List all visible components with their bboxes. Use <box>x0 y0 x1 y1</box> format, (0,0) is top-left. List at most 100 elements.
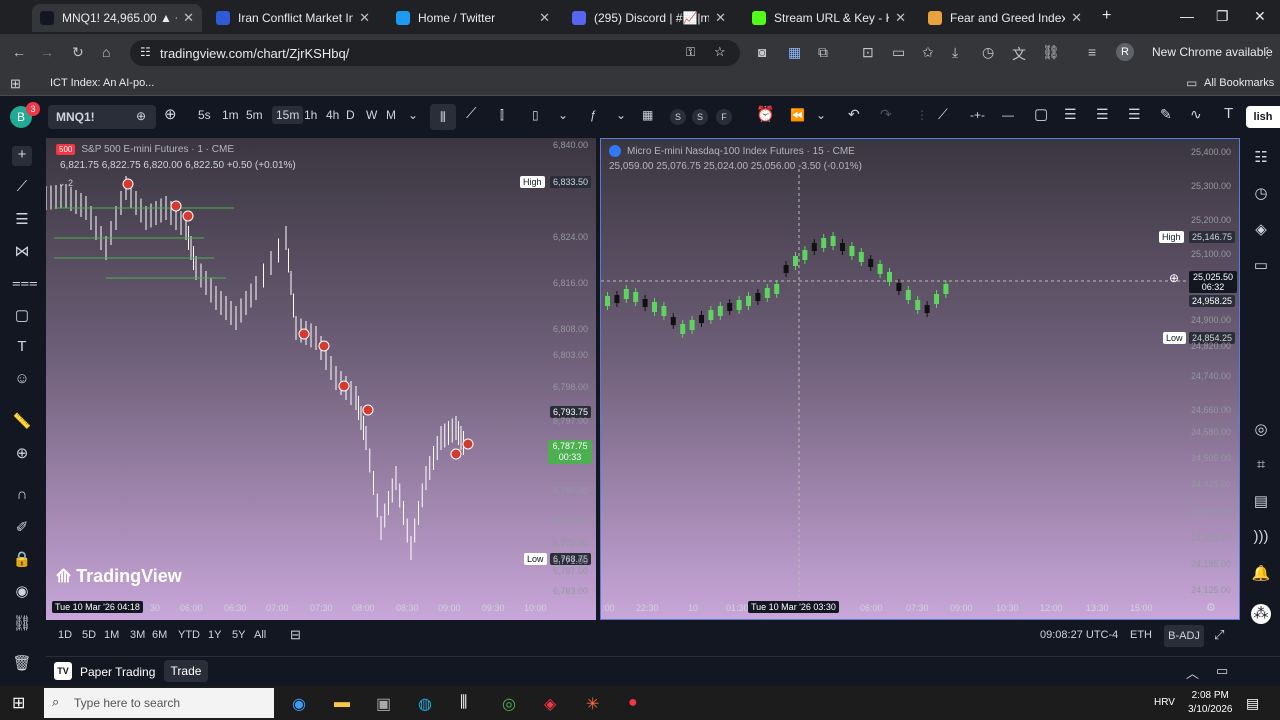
tab-close-icon[interactable]: ✕ <box>539 10 550 26</box>
browser-tab-0[interactable]: MNQ1! 24,965.00 ▲ +0.03 ✕ <box>32 4 202 32</box>
compare-icon[interactable]: ⊕ <box>136 109 146 123</box>
bookmark-star-icon[interactable]: ☆ <box>714 44 726 60</box>
bars-icon[interactable]: ⫿ <box>500 108 504 123</box>
media-icon[interactable]: ≡ <box>1088 44 1096 60</box>
trendline-tool-icon[interactable]: ⟋ <box>12 178 32 198</box>
streams-icon[interactable]: ))) <box>1251 528 1271 548</box>
apps-icon[interactable]: ⁂ <box>1251 604 1271 624</box>
indicators-dropdown-icon[interactable]: ⌄ <box>616 108 626 122</box>
add-alert-icon[interactable]: ⊕ <box>1169 271 1179 285</box>
close-window-icon[interactable]: ✕ <box>1254 8 1266 25</box>
paper-trading-tab[interactable]: Paper Trading <box>80 665 155 679</box>
range-5Y[interactable]: 5Y <box>232 629 245 641</box>
wallet-icon[interactable]: ▭ <box>892 44 905 61</box>
trend-line-icon[interactable]: ⟋ <box>938 106 948 123</box>
bookmark-ict[interactable]: ICT Index: An AI-po... <box>50 77 154 89</box>
apps-grid-icon[interactable]: ⊞ <box>10 76 21 92</box>
ideas-icon[interactable]: ⌗ <box>1251 456 1271 476</box>
translate-page-icon[interactable]: 文 <box>1012 44 1026 64</box>
panel-maximize-icon[interactable]: ▭ <box>1216 663 1228 679</box>
chart-pane-spx[interactable]: 500 S&P 500 E-mini Futures · 1 · CME 6,8… <box>46 138 596 620</box>
menu-dots-icon[interactable]: ⋮ <box>1260 44 1274 61</box>
back-icon[interactable]: ← <box>12 44 26 60</box>
tab-close-icon[interactable]: ✕ <box>895 10 906 26</box>
range-5D[interactable]: 5D <box>82 629 96 641</box>
browser-tab-3[interactable]: (295) Discord | #📈|marke ✕ <box>564 4 734 32</box>
target-icon[interactable]: ◎ <box>1251 420 1271 440</box>
tab-close-icon[interactable]: ✕ <box>1071 10 1082 26</box>
go-to-date-icon[interactable]: ⊟ <box>290 627 301 643</box>
range-All[interactable]: All <box>254 629 266 641</box>
history-icon[interactable]: ◷ <box>982 44 994 61</box>
magnet-icon[interactable]: ∩ <box>12 486 32 506</box>
taskbar-clock[interactable]: 2:08 PM 3/10/2026 <box>1188 689 1233 717</box>
interval-dropdown-icon[interactable]: ⌄ <box>408 108 418 122</box>
drag-handle-icon[interactable]: ⋮ <box>916 108 928 122</box>
parallel-icon[interactable]: ☰ <box>1128 106 1141 123</box>
app-icon-4[interactable]: ◈ <box>544 694 556 714</box>
browser-tab-5[interactable]: Fear and Greed Index Toda ✕ <box>920 4 1090 32</box>
new-tab-button[interactable]: + <box>1102 7 1111 25</box>
site-info-icon[interactable]: ☷ <box>140 45 151 59</box>
chrome-taskbar-icon[interactable]: ◎ <box>502 694 516 714</box>
edge-icon[interactable]: ◉ <box>292 694 306 714</box>
pattern-tool-icon[interactable]: ⋈ <box>12 242 32 262</box>
windows-start-icon[interactable]: ⊞ <box>12 693 25 713</box>
session-toggle[interactable]: ETH <box>1130 629 1152 641</box>
browser-tab-2[interactable]: Home / Twitter ✕ <box>388 4 558 32</box>
action-center-icon[interactable]: ▤ <box>1246 695 1259 712</box>
text-tool-icon[interactable]: T <box>1224 105 1233 122</box>
chart-pane-nq[interactable]: Micro E-mini Nasdaq-100 Index Futures · … <box>600 138 1240 620</box>
app-icon-1[interactable]: ▣ <box>376 694 391 714</box>
tab-close-icon[interactable]: ✕ <box>359 10 370 26</box>
app-icon-2[interactable]: ◍ <box>418 694 432 714</box>
cross-line-icon[interactable]: -+- <box>970 108 985 122</box>
download-icon[interactable]: ⤓ <box>952 44 958 61</box>
favorites-icon[interactable]: ✩ <box>922 44 934 61</box>
indicators-icon[interactable]: ƒ <box>590 108 597 122</box>
interval-4h[interactable]: 4h <box>326 108 339 122</box>
app-icon-3[interactable]: ⫼ <box>460 694 467 712</box>
range-1D[interactable]: 1D <box>58 629 72 641</box>
layout-icon[interactable]: ▦ <box>642 108 653 122</box>
calendar-icon[interactable]: ▤ <box>1251 492 1271 512</box>
candles-icon[interactable]: ⫴ <box>430 104 456 130</box>
interval-5m[interactable]: 5m <box>246 108 263 122</box>
channel-icon[interactable]: ☰ <box>1096 106 1109 123</box>
range-1Y[interactable]: 1Y <box>208 629 221 641</box>
interval-1m[interactable]: 1m <box>222 108 239 122</box>
app-icon-5[interactable]: ✳ <box>586 694 599 714</box>
tab-close-icon[interactable]: ✕ <box>183 10 194 26</box>
interval-W[interactable]: W <box>366 108 377 122</box>
text-annotation-icon[interactable]: T <box>12 338 32 358</box>
layers-icon[interactable]: ◈ <box>1251 220 1271 240</box>
path-icon[interactable]: ∿ <box>1190 106 1202 123</box>
line-chart-icon[interactable]: ⟋ <box>466 105 477 122</box>
chrome-update-button[interactable]: New Chrome available <box>1152 45 1273 59</box>
interval-1h[interactable]: 1h <box>304 108 317 122</box>
screenshot-icon[interactable]: ⊡ <box>862 44 874 61</box>
crosshair-tool-icon[interactable]: + <box>12 146 32 166</box>
fullscreen-icon[interactable]: ⤢ <box>1214 627 1224 643</box>
script-s1-icon[interactable]: S <box>670 109 686 125</box>
camera-icon[interactable]: ◙ <box>758 44 766 60</box>
shapes-tool-icon[interactable]: ▢ <box>12 306 32 326</box>
fib-tool-icon[interactable]: ☰ <box>12 210 32 230</box>
brush-icon[interactable]: ✎ <box>1160 106 1172 123</box>
interval-D[interactable]: D <box>346 108 355 122</box>
link-icon[interactable]: ⛓ <box>1042 44 1060 61</box>
panel-collapse-icon[interactable]: ︿ <box>1186 663 1199 682</box>
browser-tab-1[interactable]: Iran Conflict Market Impac ✕ <box>208 4 378 32</box>
interval-5s[interactable]: 5s <box>198 108 211 122</box>
chat-icon[interactable]: ▭ <box>1251 256 1271 276</box>
app-icon-6[interactable]: ● <box>628 694 638 712</box>
range-3M[interactable]: 3M <box>130 629 145 641</box>
redo-icon[interactable]: ↷ <box>880 106 892 123</box>
ruler-icon[interactable]: 📏 <box>12 412 32 432</box>
restore-icon[interactable]: ❐ <box>1216 8 1229 25</box>
url-field[interactable]: ☷ tradingview.com/chart/ZjrKSHbq/ ⚿ ☆ <box>130 40 740 66</box>
profile-avatar[interactable]: R <box>1116 43 1134 61</box>
replay-dropdown-icon[interactable]: ⌄ <box>816 108 826 122</box>
clock-text[interactable]: 09:08:27 UTC-4 <box>1040 629 1118 641</box>
browser-tab-4[interactable]: Stream URL & Key - Kick D ✕ <box>744 4 914 32</box>
